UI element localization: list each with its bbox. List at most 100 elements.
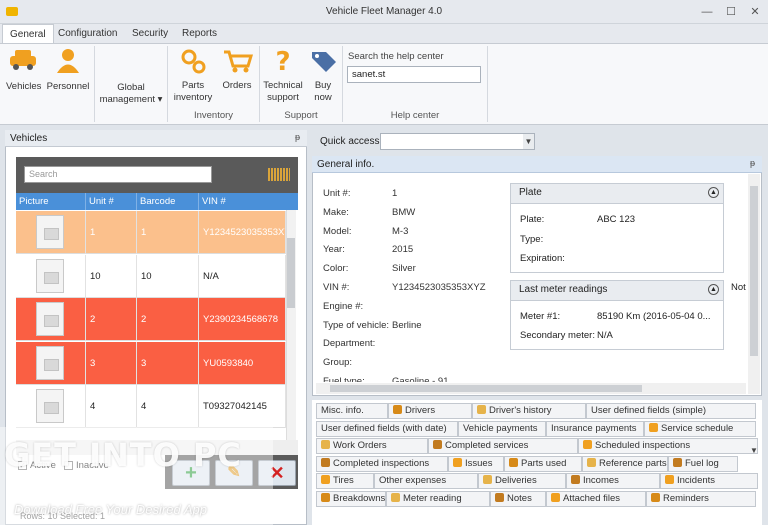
image-placeholder-icon [36, 302, 64, 336]
field-label: Year: [323, 244, 345, 256]
tab-security[interactable]: Security [125, 24, 175, 44]
detail-tab[interactable]: Reference parts [582, 455, 668, 472]
vehicle-thumbnail-cell [16, 298, 86, 341]
barcode-icon[interactable] [268, 168, 290, 181]
column-unit[interactable]: Unit # [86, 193, 137, 210]
detail-tab[interactable]: Drivers [388, 403, 472, 419]
field-value: M-3 [392, 225, 409, 237]
table-row[interactable]: 11Y1234523035353XYZ [16, 211, 286, 254]
info-horizontal-scrollbar-thumb[interactable] [330, 385, 642, 392]
detail-tab-label: Scheduled inspections [595, 440, 691, 451]
plate-label: Plate: [520, 214, 545, 225]
detail-tab[interactable]: Driver's history [472, 403, 586, 419]
technical-support-button[interactable]: ? Technical support [262, 47, 304, 104]
pin-icon[interactable]: ᵽ [750, 158, 755, 168]
pin-icon[interactable]: ᵽ [295, 132, 300, 142]
detail-tab[interactable]: Attached files [546, 490, 646, 507]
detail-tab[interactable]: Breakdowns [316, 490, 386, 507]
collapse-icon[interactable]: ▲ [708, 284, 719, 295]
tab-reports[interactable]: Reports [175, 24, 224, 44]
general-info-title: General info. [312, 156, 762, 173]
help-search-input[interactable]: sanet.st [347, 66, 481, 83]
detail-tab-label: Meter reading [403, 492, 462, 504]
detail-tab[interactable]: Reminders [646, 490, 756, 507]
detail-tab[interactable]: Vehicle payments [458, 420, 546, 437]
detail-tab-label: Completed services [445, 440, 529, 451]
field-value: BMW [392, 206, 416, 218]
table-row[interactable]: 10 10 N/A [16, 254, 286, 298]
minimize-button[interactable]: — [696, 4, 718, 20]
field-label: Unit #: [323, 188, 351, 199]
vehicles-panel-title: Vehicles [5, 130, 307, 147]
detail-tab[interactable]: Tires [316, 473, 374, 489]
detail-tab[interactable]: Fuel log [668, 455, 738, 472]
detail-tab[interactable]: Scheduled inspections [578, 438, 758, 454]
detail-tab-label: Insurance payments [551, 422, 637, 434]
personnel-button[interactable]: Personnel [46, 48, 90, 96]
detail-tab-label: Vehicle payments [463, 422, 538, 434]
detail-tab[interactable]: Deliveries [478, 473, 566, 489]
detail-tab[interactable]: Meter reading [386, 490, 490, 507]
detail-tab[interactable]: Incidents [660, 473, 758, 489]
group-support-label: Support [284, 110, 318, 121]
detail-tab-label: Service schedule [661, 422, 734, 434]
cell-vin: N/A [199, 254, 286, 298]
collapse-icon[interactable]: ▲ [708, 187, 719, 198]
table-row[interactable]: 3 3 YU0593840 [16, 341, 286, 385]
detail-tab[interactable]: Service schedule [644, 420, 756, 437]
column-barcode[interactable]: Barcode [137, 193, 199, 210]
field-value: Berline [392, 319, 422, 331]
field-label: Group: [323, 357, 353, 369]
detail-tab-label: Notes [507, 492, 532, 504]
cell-vin: Y2390234568678 [199, 298, 286, 341]
detail-tab[interactable]: Insurance payments [546, 420, 644, 437]
global-management-button[interactable]: Global management ▾ [98, 82, 164, 106]
detail-tab[interactable]: User defined fields (with date) [316, 420, 458, 437]
plate-type-label: Type: [520, 234, 544, 245]
close-button[interactable]: ✕ [744, 4, 766, 20]
vehicle-thumbnail-cell [16, 254, 86, 298]
field-value: 1 [392, 188, 398, 199]
tab-configuration[interactable]: Configuration [51, 24, 124, 44]
detail-tab[interactable]: Work Orders [316, 438, 428, 454]
field-label: Type of vehicle: [323, 319, 390, 331]
column-vin[interactable]: VIN # [199, 193, 298, 210]
detail-tab-label: Breakdowns [333, 492, 386, 504]
vehicle-search-input[interactable]: Search [24, 166, 212, 183]
grid-scrollbar-thumb[interactable] [287, 238, 295, 308]
detail-tab[interactable]: Incomes [566, 473, 660, 489]
chevron-down-icon[interactable]: ▼ [523, 134, 534, 149]
buy-now-label-2: now [314, 92, 332, 103]
chevron-down-icon[interactable]: ▼ [750, 446, 758, 455]
detail-tab[interactable]: Misc. info. [316, 403, 388, 419]
detail-tab[interactable]: Parts used [504, 455, 582, 472]
field-value: 2015 [392, 244, 414, 256]
parts-inventory-button[interactable]: Parts inventory [170, 48, 216, 104]
detail-tab-label: Reminders [663, 492, 709, 504]
maximize-button[interactable]: ☐ [720, 4, 742, 20]
detail-tab[interactable]: Other expenses [374, 473, 478, 489]
buy-now-button[interactable]: Buy now [306, 48, 340, 104]
cell-barcode: 2 [137, 298, 199, 341]
table-row[interactable]: 4 4 T09327042145 [16, 385, 286, 428]
tab-general[interactable]: General [2, 24, 54, 44]
detail-tab-label: Tires [333, 475, 354, 486]
detail-tab[interactable]: Completed services [428, 438, 578, 454]
detail-tab[interactable]: Notes [490, 490, 546, 507]
technical-support-label-2: support [267, 92, 299, 103]
vehicles-button[interactable]: Vehicles [6, 48, 41, 96]
orders-button[interactable]: Orders [218, 48, 256, 96]
info-vertical-scrollbar-thumb[interactable] [750, 186, 758, 356]
tab-icon [651, 492, 660, 502]
tab-icon [509, 457, 518, 467]
table-row[interactable]: 2 2 Y2390234568678 [16, 298, 286, 341]
detail-tab[interactable]: Issues [448, 455, 504, 472]
notes-label: Not [731, 282, 746, 293]
column-picture[interactable]: Picture [16, 193, 86, 210]
detail-tab[interactable]: User defined fields (simple) [586, 403, 756, 419]
detail-tab-label: Driver's history [489, 405, 552, 416]
image-placeholder-icon [36, 389, 64, 423]
vehicle-thumbnail-cell [16, 211, 86, 254]
detail-tab[interactable]: Completed inspections [316, 455, 448, 472]
quick-access-select[interactable] [380, 133, 535, 150]
